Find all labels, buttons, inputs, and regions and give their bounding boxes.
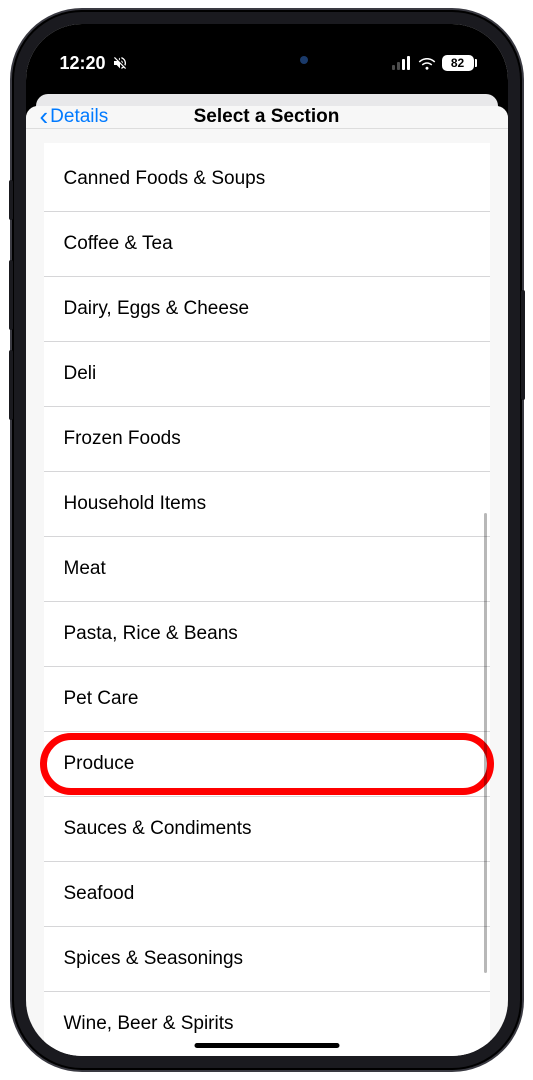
- back-button[interactable]: ‹ Details: [40, 106, 109, 129]
- list-item[interactable]: Meat: [44, 537, 490, 602]
- list-item-produce[interactable]: Produce: [44, 732, 490, 797]
- list-item-label: Canned Foods & Soups: [64, 168, 266, 190]
- section-list[interactable]: Canned Foods & Soups Coffee & Tea Dairy,…: [44, 143, 490, 1056]
- content-area: ‹ Details Select a Section Canned Foods …: [26, 84, 508, 1056]
- list-item[interactable]: Seafood: [44, 862, 490, 927]
- list-item-label: Household Items: [64, 493, 207, 515]
- silence-switch: [9, 180, 13, 220]
- list-item-label: Frozen Foods: [64, 428, 181, 450]
- list-item[interactable]: Pasta, Rice & Beans: [44, 602, 490, 667]
- list-item[interactable]: Coffee & Tea: [44, 212, 490, 277]
- volume-down-button: [9, 350, 13, 420]
- list-item-label: Sauces & Condiments: [64, 818, 252, 840]
- list-item-label: Seafood: [64, 883, 135, 905]
- scroll-indicator[interactable]: [484, 513, 487, 973]
- volume-up-button: [9, 260, 13, 330]
- silent-icon: [112, 55, 128, 71]
- dynamic-island: [202, 42, 332, 78]
- modal-sheet: ‹ Details Select a Section Canned Foods …: [26, 106, 508, 1056]
- page-title: Select a Section: [194, 106, 340, 128]
- home-indicator[interactable]: [194, 1043, 339, 1048]
- list-item-label: Produce: [64, 753, 135, 775]
- list-item-label: Spices & Seasonings: [64, 948, 244, 970]
- list-item[interactable]: Pet Care: [44, 667, 490, 732]
- list-item[interactable]: Frozen Foods: [44, 407, 490, 472]
- list-item-label: Pasta, Rice & Beans: [64, 623, 238, 645]
- list-item-label: Dairy, Eggs & Cheese: [64, 298, 250, 320]
- list-item[interactable]: Spices & Seasonings: [44, 927, 490, 992]
- list-item-label: Wine, Beer & Spirits: [64, 1013, 234, 1035]
- list-item[interactable]: Deli: [44, 342, 490, 407]
- list-item-label: Meat: [64, 558, 106, 580]
- power-button: [521, 290, 525, 400]
- list-item[interactable]: Sauces & Condiments: [44, 797, 490, 862]
- phone-screen: 12:20 82 ‹ Details Select a Se: [26, 24, 508, 1056]
- phone-frame: 12:20 82 ‹ Details Select a Se: [12, 10, 522, 1070]
- back-label: Details: [50, 106, 108, 128]
- chevron-left-icon: ‹: [40, 106, 49, 129]
- list-item[interactable]: Dairy, Eggs & Cheese: [44, 277, 490, 342]
- wifi-icon: [418, 56, 436, 70]
- list-item[interactable]: Canned Foods & Soups: [44, 147, 490, 212]
- list-item-label: Pet Care: [64, 688, 139, 710]
- status-time: 12:20: [60, 53, 106, 74]
- list-item[interactable]: Household Items: [44, 472, 490, 537]
- navigation-bar: ‹ Details Select a Section: [26, 106, 508, 129]
- battery-indicator: 82: [442, 55, 474, 71]
- cellular-icon: [392, 56, 412, 70]
- list-item-label: Coffee & Tea: [64, 233, 173, 255]
- list-item-label: Deli: [64, 363, 97, 385]
